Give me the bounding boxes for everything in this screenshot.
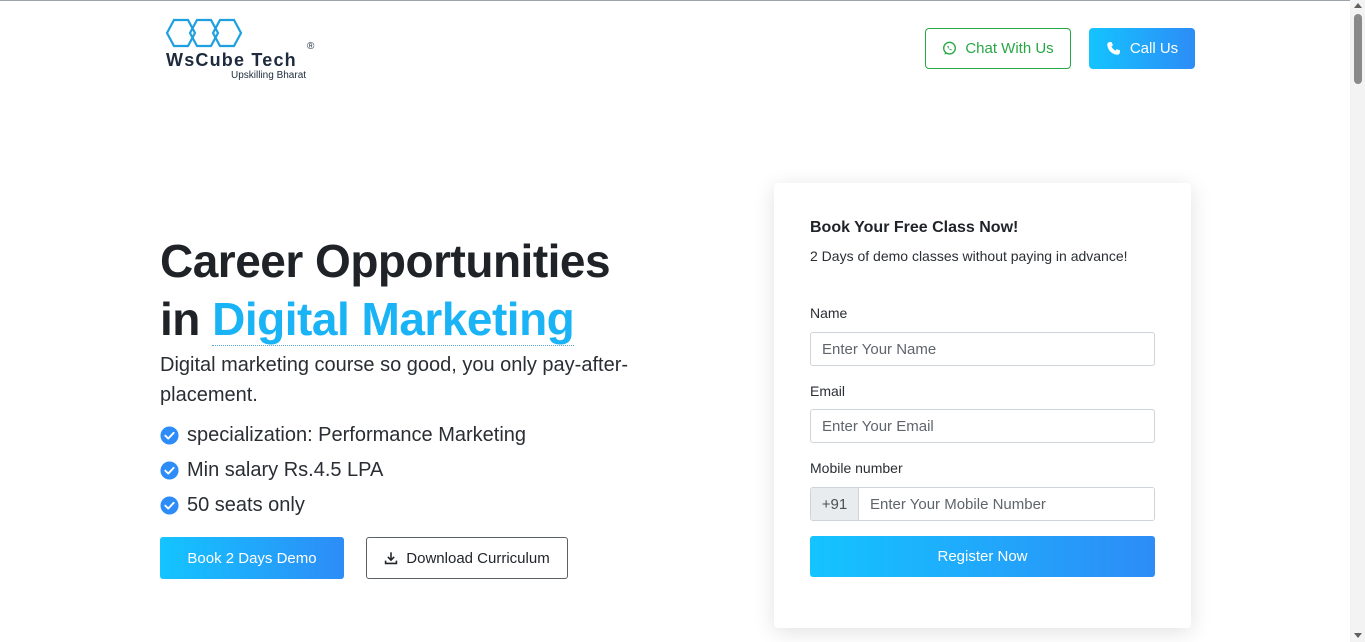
- name-label: Name: [810, 305, 848, 321]
- chat-with-us-button[interactable]: Chat With Us: [925, 28, 1071, 69]
- hero-title: Career Opportunities in Digital Marketin…: [160, 232, 680, 348]
- feature-text: 50 seats only: [187, 493, 305, 516]
- email-input[interactable]: [810, 409, 1155, 443]
- feature-text: Min salary Rs.4.5 LPA: [187, 458, 384, 481]
- booking-form-card: Book Your Free Class Now! 2 Days of demo…: [774, 183, 1191, 628]
- email-label: Email: [810, 383, 846, 399]
- check-circle-icon: [160, 495, 179, 515]
- check-circle-icon: [160, 425, 179, 445]
- phone-icon: [1107, 41, 1120, 55]
- call-button-label: Call Us: [1129, 40, 1179, 57]
- logo-tagline: Upskilling Bharat: [231, 70, 307, 81]
- register-now-button[interactable]: Register Now: [810, 536, 1155, 577]
- scroll-up-arrow-icon[interactable]: [1354, 3, 1362, 8]
- page-scrollbar[interactable]: [1350, 0, 1365, 642]
- mobile-field: +91: [810, 487, 1155, 521]
- download-icon: [385, 552, 398, 565]
- feature-item: specialization: Performance Marketing: [160, 420, 680, 450]
- call-us-button[interactable]: Call Us: [1089, 28, 1195, 69]
- registered-mark: ®: [307, 41, 315, 52]
- mobile-input[interactable]: [859, 488, 1154, 520]
- check-circle-icon: [160, 460, 179, 480]
- chat-button-label: Chat With Us: [965, 40, 1054, 57]
- hexagon-logo-icon: [165, 18, 243, 48]
- logo-wordmark: WsCube Tech: [166, 50, 297, 70]
- country-code: +91: [811, 488, 859, 520]
- feature-item: Min salary Rs.4.5 LPA: [160, 455, 680, 485]
- scroll-down-arrow-icon[interactable]: [1354, 633, 1362, 638]
- book-demo-button[interactable]: Book 2 Days Demo: [160, 537, 344, 579]
- whatsapp-icon: [943, 41, 957, 55]
- hero-title-prefix: in: [160, 293, 213, 345]
- window-top-border: [0, 0, 1365, 1]
- feature-item: 50 seats only: [160, 490, 680, 520]
- hero-title-accent: Digital Marketing: [212, 293, 575, 346]
- scrollbar-thumb[interactable]: [1354, 14, 1362, 84]
- hero-title-line1: Career Opportunities: [160, 235, 611, 287]
- form-subtitle: 2 Days of demo classes without paying in…: [810, 248, 1128, 264]
- hero-subtitle: Digital marketing course so good, you on…: [160, 354, 629, 406]
- form-title: Book Your Free Class Now!: [810, 219, 1019, 236]
- name-input[interactable]: [810, 332, 1155, 366]
- brand-logo[interactable]: WsCube Tech ® Upskilling Bharat: [163, 16, 323, 82]
- download-curriculum-button[interactable]: Download Curriculum: [366, 537, 568, 579]
- feature-text: specialization: Performance Marketing: [187, 423, 527, 446]
- download-button-label: Download Curriculum: [406, 549, 550, 567]
- mobile-label: Mobile number: [810, 460, 903, 476]
